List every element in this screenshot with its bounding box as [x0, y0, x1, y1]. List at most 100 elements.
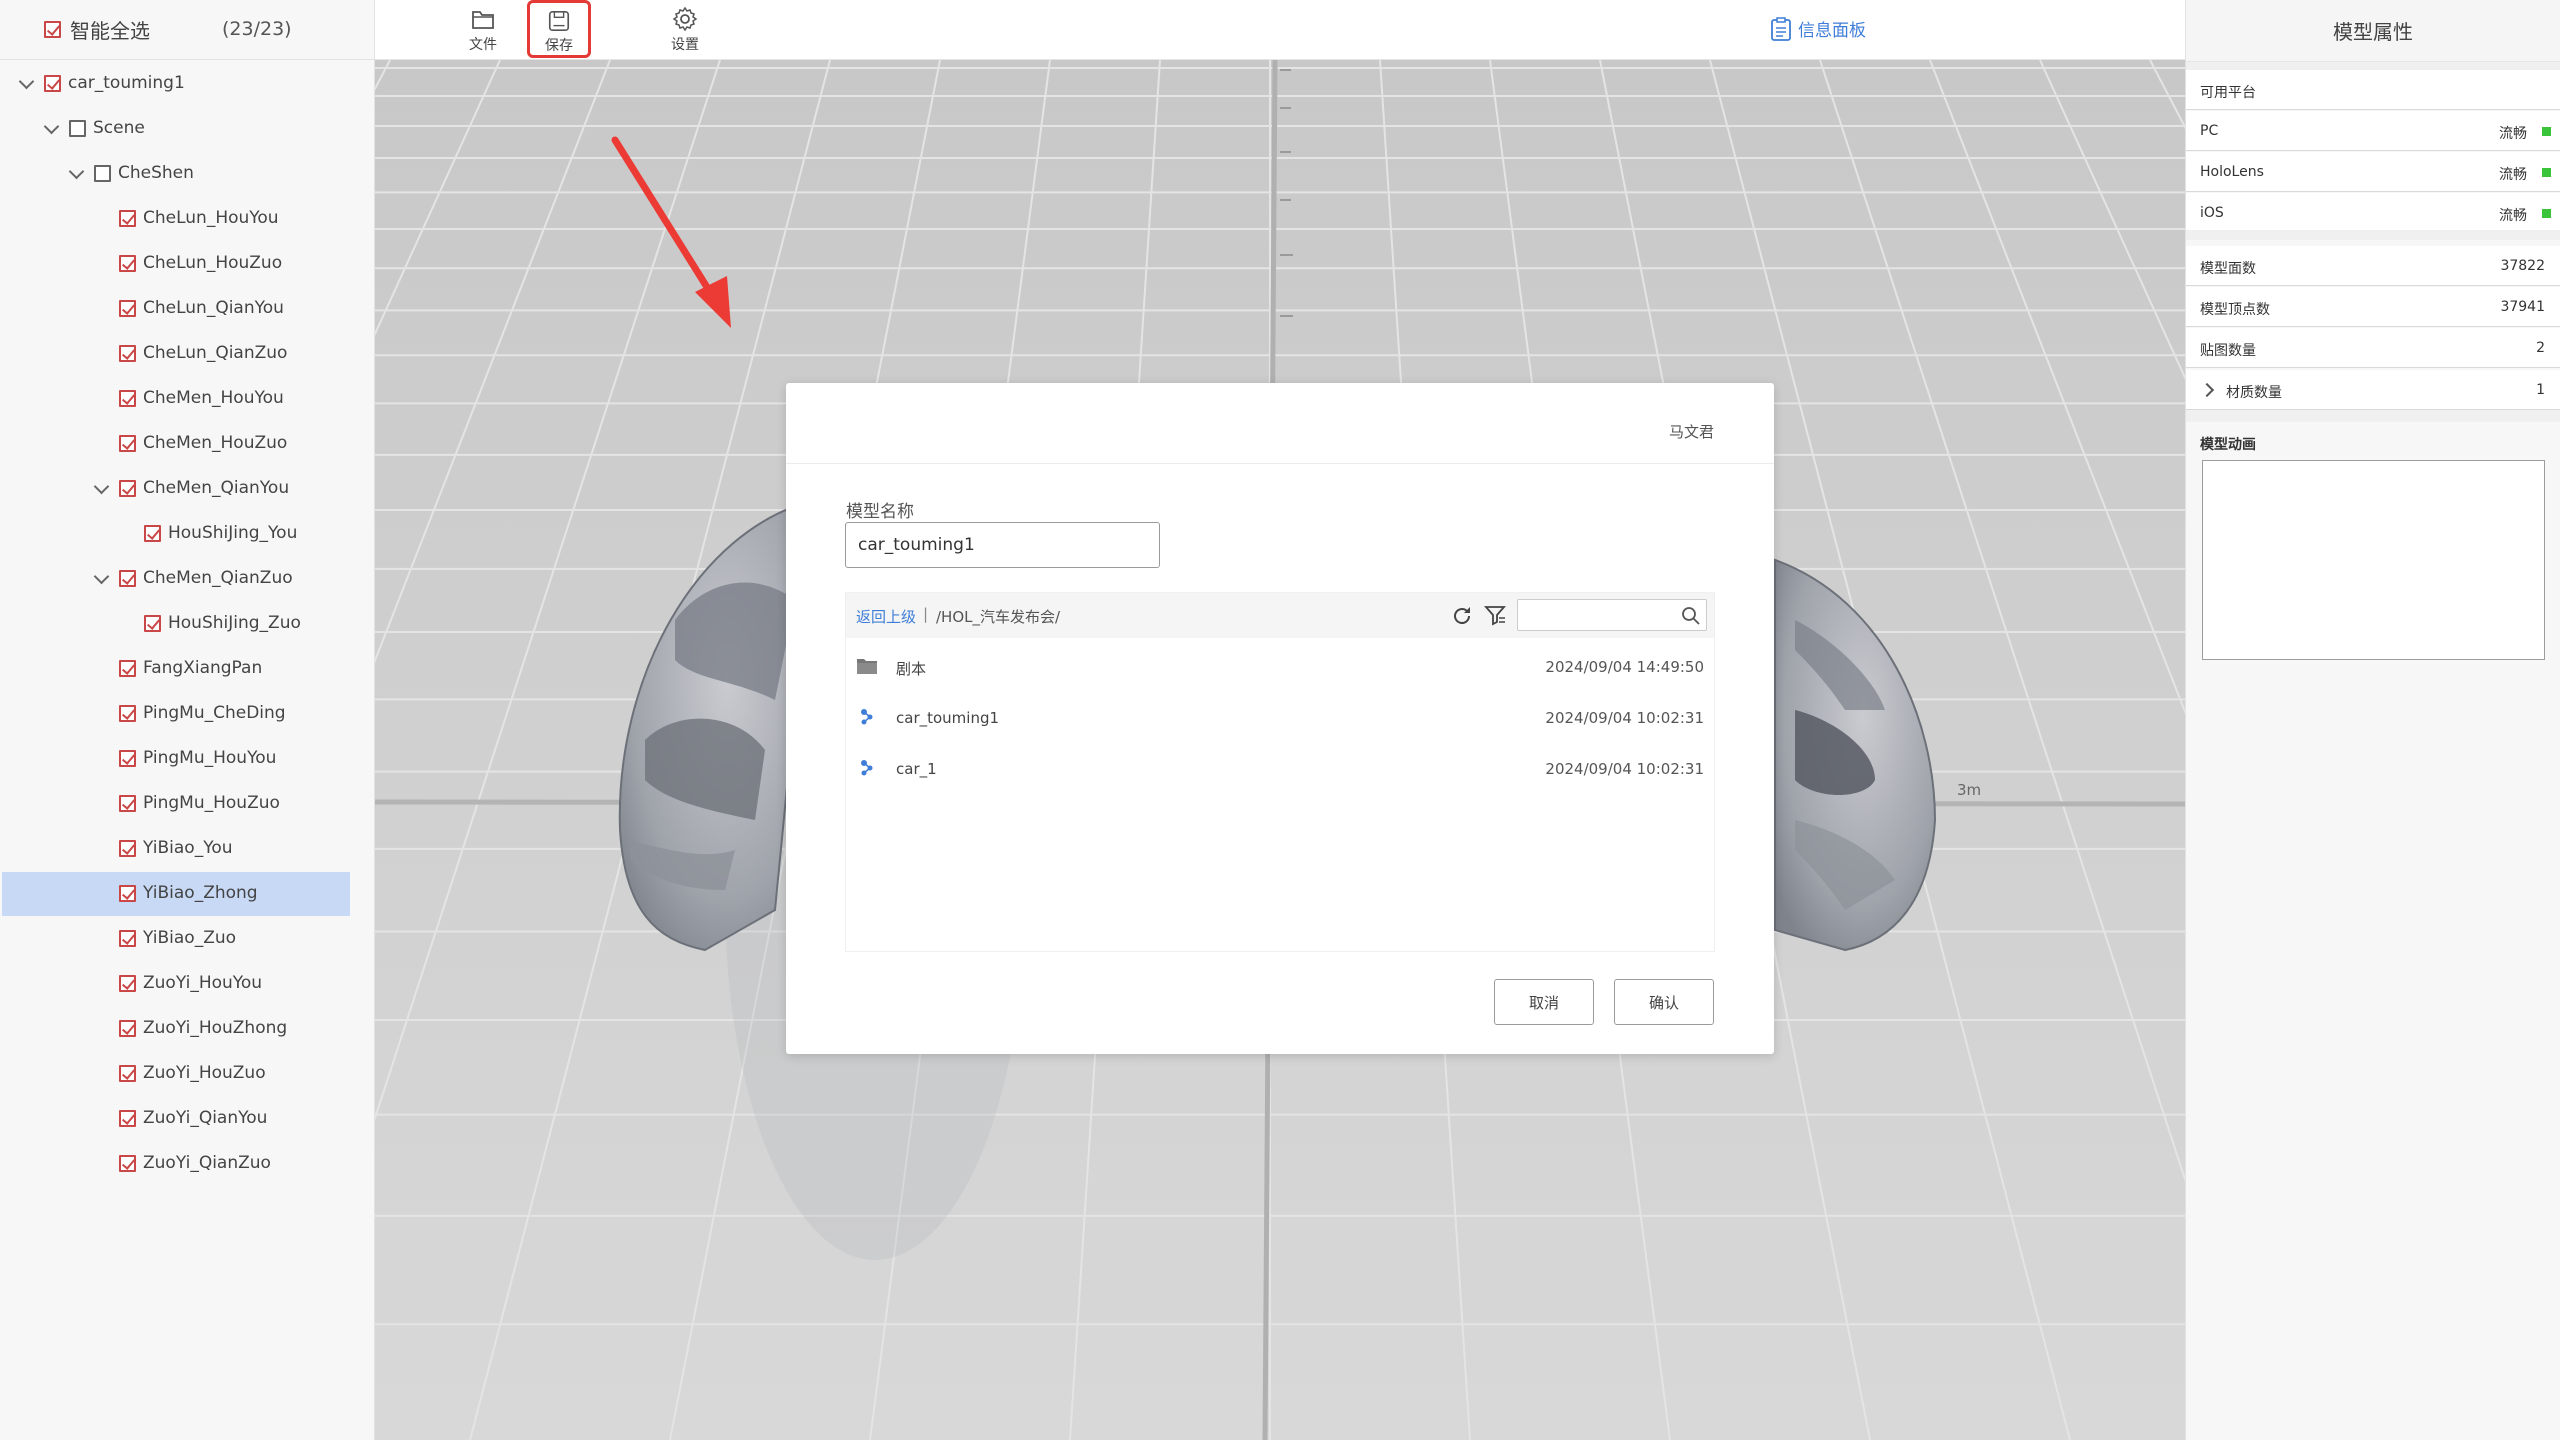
tree-item[interactable]: PingMu_HouZuo	[2, 782, 350, 826]
tree-item[interactable]: ZuoYi_HouZhong	[2, 1007, 350, 1051]
tree-item-label: YiBiao_You	[143, 838, 233, 858]
tree-item-checkbox[interactable]	[119, 1155, 136, 1172]
file-name: car_touming1	[896, 709, 1000, 727]
tree-item[interactable]: FangXiangPan	[2, 647, 350, 691]
file-name: car_1	[896, 760, 937, 778]
tree-item-checkbox[interactable]	[119, 705, 136, 722]
dialog-user-name: 马文君	[1668, 423, 1714, 441]
animation-list-box[interactable]	[2202, 460, 2545, 660]
file-label: 文件	[469, 37, 497, 53]
properties-title: 模型属性	[2186, 0, 2560, 62]
tree-item-checkbox[interactable]	[119, 975, 136, 992]
tree-item[interactable]: PingMu_HouYou	[2, 737, 350, 781]
cancel-button[interactable]: 取消	[1494, 979, 1594, 1025]
tree-item-checkbox[interactable]	[119, 390, 136, 407]
platform-status: 流畅	[2499, 167, 2527, 183]
tree-item-label: CheMen_QianYou	[143, 478, 290, 498]
chevron-right-icon[interactable]	[2204, 384, 2214, 394]
tree-item-checkbox[interactable]	[144, 615, 161, 632]
platform-name: PC	[2200, 123, 2219, 139]
tree-item-checkbox[interactable]	[44, 75, 61, 92]
tree-item[interactable]: ZuoYi_QianYou	[2, 1097, 350, 1141]
model-name-input[interactable]	[845, 522, 1160, 568]
file-row[interactable]: car_touming1 2024/09/04 10:02:31	[846, 693, 1714, 743]
section-gap	[2186, 230, 2560, 240]
tree-item[interactable]: CheMen_HouZuo	[2, 422, 350, 466]
tree-item-checkbox[interactable]	[119, 300, 136, 317]
info-panel-label: 信息面板	[1798, 21, 1866, 41]
chevron-down-icon[interactable]	[20, 78, 32, 90]
tree-item-checkbox[interactable]	[119, 1020, 136, 1037]
tree-item[interactable]: car_touming1	[2, 62, 350, 106]
tree-item-checkbox[interactable]	[119, 1065, 136, 1082]
tree-item[interactable]: CheLun_HouZuo	[2, 242, 350, 286]
tree-item-checkbox[interactable]	[119, 840, 136, 857]
tree-item-checkbox[interactable]	[119, 435, 136, 452]
tree-item[interactable]: ZuoYi_QianZuo	[2, 1142, 350, 1186]
tree-item-checkbox[interactable]	[119, 210, 136, 227]
select-all-checkbox[interactable]	[44, 21, 61, 38]
tree-item-checkbox[interactable]	[119, 930, 136, 947]
tree-item[interactable]: YiBiao_You	[2, 827, 350, 871]
tree-item-checkbox[interactable]	[119, 795, 136, 812]
tree-item[interactable]: PingMu_CheDing	[2, 692, 350, 736]
info-panel-button[interactable]: 信息面板	[1770, 16, 1866, 41]
file-browser-bar: 返回上级 | /HOL_汽车发布会/	[846, 593, 1714, 638]
tree-item-checkbox[interactable]	[119, 660, 136, 677]
tree-item[interactable]: HouShiJing_Zuo	[2, 602, 350, 646]
tree-item[interactable]: CheMen_QianYou	[2, 467, 350, 511]
tree-item-checkbox[interactable]	[69, 120, 86, 137]
chevron-down-icon[interactable]	[95, 483, 107, 495]
tree-item-label: CheLun_QianZuo	[143, 343, 288, 363]
stat-key: 贴图数量	[2200, 343, 2256, 359]
search-icon[interactable]	[1681, 606, 1701, 626]
hierarchy-panel: 智能全选 (23/23) car_touming1 Scene CheShen Che…	[0, 0, 375, 1440]
tree-item-checkbox[interactable]	[94, 165, 111, 182]
file-row[interactable]: car_1 2024/09/04 10:02:31	[846, 744, 1714, 794]
refresh-icon[interactable]	[1450, 604, 1474, 628]
tree-item-checkbox[interactable]	[119, 1110, 136, 1127]
tree-item-checkbox[interactable]	[119, 255, 136, 272]
settings-button[interactable]: 设置	[653, 0, 717, 58]
material-count-row[interactable]: 材质数量 1	[2186, 370, 2560, 410]
tree-item-checkbox[interactable]	[119, 750, 136, 767]
tree-item[interactable]: CheMen_HouYou	[2, 377, 350, 421]
section-gap	[2186, 410, 2560, 422]
back-link[interactable]: 返回上级	[856, 606, 916, 627]
save-button[interactable]: 保存	[527, 0, 591, 58]
model-icon	[861, 709, 873, 725]
animation-title: 模型动画	[2200, 437, 2256, 453]
tree-item[interactable]: CheLun_HouYou	[2, 197, 350, 241]
file-button[interactable]: 文件	[451, 0, 515, 58]
tree-item[interactable]: CheLun_QianZuo	[2, 332, 350, 376]
tree-item-checkbox[interactable]	[119, 480, 136, 497]
tree-item-label: CheLun_HouZuo	[143, 253, 283, 273]
chevron-down-icon[interactable]	[70, 168, 82, 180]
tree-item-label: FangXiangPan	[143, 658, 263, 678]
filter-icon[interactable]	[1484, 604, 1506, 626]
tree-item[interactable]: YiBiao_Zuo	[2, 917, 350, 961]
select-all-label[interactable]: 智能全选	[70, 15, 150, 44]
tree-item-checkbox[interactable]	[119, 570, 136, 587]
tree-item-checkbox[interactable]	[119, 345, 136, 362]
tree-item[interactable]: CheMen_QianZuo	[2, 557, 350, 601]
tree-item-checkbox[interactable]	[144, 525, 161, 542]
tree-item-checkbox[interactable]	[119, 885, 136, 902]
chevron-down-icon[interactable]	[95, 573, 107, 585]
file-search-input[interactable]	[1517, 599, 1707, 631]
stat-row: 模型面数 37822	[2186, 246, 2560, 286]
file-row[interactable]: 剧本 2024/09/04 14:49:50	[846, 642, 1714, 692]
settings-label: 设置	[671, 37, 699, 53]
chevron-down-icon[interactable]	[45, 123, 57, 135]
tree-item[interactable]: YiBiao_Zhong	[2, 872, 350, 916]
tree-item[interactable]: ZuoYi_HouYou	[2, 962, 350, 1006]
folder-icon	[857, 659, 877, 674]
tree-item[interactable]: HouShiJing_You	[2, 512, 350, 556]
tree-item[interactable]: CheShen	[2, 152, 350, 196]
properties-panel: 模型属性 可用平台 PC 流畅 HoloLens 流畅 iOS 流畅 模型面数 37822 模…	[2185, 0, 2560, 1440]
tree-item[interactable]: Scene	[2, 107, 350, 151]
tree-item[interactable]: ZuoYi_HouZuo	[2, 1052, 350, 1096]
confirm-button[interactable]: 确认	[1614, 979, 1714, 1025]
material-count-label: 材质数量	[2226, 385, 2282, 401]
tree-item[interactable]: CheLun_QianYou	[2, 287, 350, 331]
